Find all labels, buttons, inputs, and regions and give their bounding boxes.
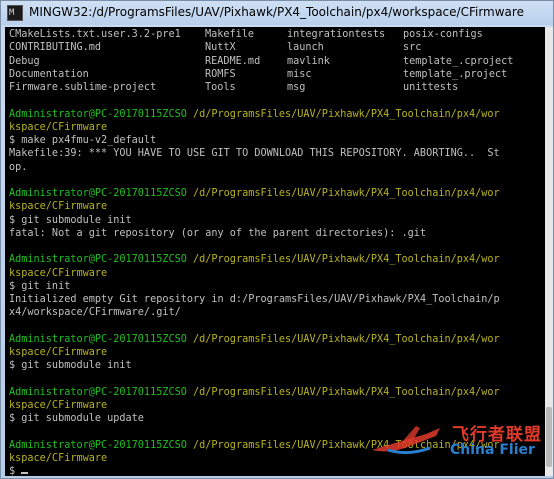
listing-entry: mavlink <box>287 55 330 67</box>
listing-entry: posix-configs <box>403 29 483 40</box>
listing-entry: NuttX <box>205 42 236 54</box>
prompt-line: Administrator@PC-20170115ZCSO /d/Program… <box>9 253 500 266</box>
output-line: $ make px4fmu-v2_default <box>9 135 157 146</box>
listing-entry: integrationtests <box>287 29 386 40</box>
prompt-line: Administrator@PC-20170115ZCSO /d/Program… <box>9 333 500 346</box>
listing-entry: launch <box>287 42 324 54</box>
listing-entry: src <box>403 42 422 54</box>
prompt-path: /d/ProgramsFiles/UAV/Pixhawk/PX4_Toolcha… <box>186 254 500 266</box>
prompt-user-host: Administrator@PC-20170115ZCSO <box>9 188 187 199</box>
listing-entry: Makefile <box>205 29 255 40</box>
prompt-user-host: Administrator@PC-20170115ZCSO <box>9 386 187 398</box>
output-line: $ git init <box>9 280 71 292</box>
output-line: x4/workspace/CFirmware/.git/ <box>9 307 181 319</box>
listing-entry: misc <box>287 68 312 80</box>
listing-entry: Debug <box>9 55 40 67</box>
listing-entry: unittests <box>403 82 459 93</box>
prompt-line: Administrator@PC-20170115ZCSO /d/Program… <box>9 386 500 399</box>
prompt-line: Administrator@PC-20170115ZCSO /d/Program… <box>9 439 500 452</box>
listing-entry: Documentation <box>9 68 89 80</box>
listing-entry: README.md <box>205 55 261 67</box>
listing-entry: CMakeLists.txt.user.3.2-pre1 <box>9 29 181 40</box>
prompt-path: /d/ProgramsFiles/UAV/Pixhawk/PX4_Toolcha… <box>186 333 500 345</box>
text-cursor <box>21 472 29 475</box>
prompt-path-continued: kspace/CFirmware <box>9 267 108 279</box>
title-bar[interactable]: M MINGW32:/d/ProgramsFiles/UAV/Pixhawk/P… <box>1 1 553 25</box>
prompt-path-continued: kspace/CFirmware <box>9 453 108 464</box>
listing-entry: ROMFS <box>205 68 236 80</box>
prompt-path-continued: kspace/CFirmware <box>9 400 108 411</box>
prompt-path-continued: kspace/CFirmware <box>9 347 108 358</box>
listing-entry: template_.cproject <box>403 55 514 67</box>
prompt-user-host: Administrator@PC-20170115ZCSO <box>9 254 187 266</box>
output-line: fatal: Not a git repository (or any of t… <box>9 227 427 239</box>
scrollbar-thumb[interactable] <box>546 407 552 467</box>
prompt-path-continued: kspace/CFirmware <box>9 121 108 133</box>
command-input-line[interactable]: $ <box>9 465 29 476</box>
prompt-path: /d/ProgramsFiles/UAV/Pixhawk/PX4_Toolcha… <box>186 439 500 451</box>
listing-entry: template_.project <box>403 68 508 80</box>
output-line: $ git submodule update <box>9 413 144 425</box>
output-line: op. <box>9 161 28 173</box>
prompt-user-host: Administrator@PC-20170115ZCSO <box>9 333 187 345</box>
vertical-scrollbar[interactable] <box>545 27 553 476</box>
output-line: $ git submodule init <box>9 360 132 372</box>
prompt-user-host: Administrator@PC-20170115ZCSO <box>9 108 187 120</box>
prompt-line: Administrator@PC-20170115ZCSO /d/Program… <box>9 108 500 121</box>
listing-entry: Firmware.sublime-project <box>9 82 157 93</box>
prompt-path: /d/ProgramsFiles/UAV/Pixhawk/PX4_Toolcha… <box>186 108 500 120</box>
prompt-path: /d/ProgramsFiles/UAV/Pixhawk/PX4_Toolcha… <box>186 386 500 398</box>
terminal-output[interactable]: CMakeLists.txt.user.3.2-pre1 Makefile inte… <box>5 27 545 476</box>
input-prompt-symbol: $ <box>9 466 22 476</box>
output-line: Initialized empty Git repository in d:/P… <box>9 294 500 305</box>
listing-entry: CONTRIBUTING.md <box>9 42 102 54</box>
listing-entry: msg <box>287 82 306 93</box>
terminal-window: M MINGW32:/d/ProgramsFiles/UAV/Pixhawk/P… <box>0 0 554 479</box>
terminal-icon: M <box>7 5 23 21</box>
listing-entry: Tools <box>205 82 236 93</box>
prompt-line: Administrator@PC-20170115ZCSO /d/Program… <box>9 187 500 200</box>
prompt-user-host: Administrator@PC-20170115ZCSO <box>9 439 187 451</box>
window-title: MINGW32:/d/ProgramsFiles/UAV/Pixhawk/PX4… <box>29 5 524 19</box>
prompt-path-continued: kspace/CFirmware <box>9 201 108 213</box>
prompt-path: /d/ProgramsFiles/UAV/Pixhawk/PX4_Toolcha… <box>186 188 500 199</box>
output-line: $ git submodule init <box>9 214 132 226</box>
output-line: Makefile:39: *** YOU HAVE TO USE GIT TO … <box>9 148 500 160</box>
